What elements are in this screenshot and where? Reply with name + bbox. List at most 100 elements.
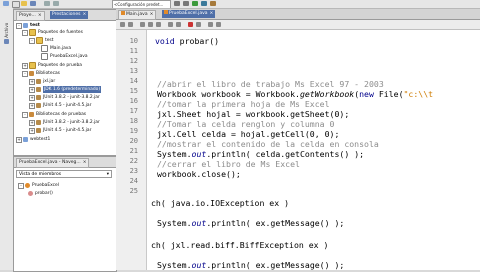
new-file-icon[interactable] (12, 1, 20, 8)
tree-item-test-junit-45[interactable]: + JUnit 4.5 - junit-4.5.jar (29, 127, 91, 134)
tree-item-junit-45[interactable]: + JUnit 4.5 - junit-4.5.jar (29, 102, 91, 109)
collapse-icon[interactable]: - (22, 70, 28, 77)
keyword-void: void (155, 36, 175, 46)
tree-item-main-java[interactable]: Main.java (41, 45, 71, 52)
expand-icon[interactable]: + (29, 127, 35, 134)
method-icon (28, 191, 33, 196)
tab-navigator-label: PruebaExcel.java - Naveg... (19, 160, 81, 165)
string-literal: "c:\\t (403, 89, 434, 99)
code-line-println-2[interactable]: System.out.println( ex.getMessage() ); (157, 260, 344, 270)
collapse-icon[interactable]: - (22, 29, 28, 36)
close-icon[interactable]: × (210, 11, 214, 16)
open-icon[interactable] (21, 1, 27, 6)
stop-macro-icon[interactable] (196, 22, 201, 27)
collapse-icon[interactable]: - (16, 22, 22, 29)
tree-item-test-libraries[interactable]: - Bibliotecas de pruebas (22, 111, 86, 118)
code-line-10[interactable]: void probar() (155, 36, 219, 46)
tab-projects[interactable]: Proye... × (16, 11, 45, 21)
undo-icon[interactable] (44, 1, 50, 6)
code-line-catch-biff[interactable]: ch( jxl.read.biff.BiffException ex ) (151, 240, 328, 250)
find-icon[interactable] (140, 22, 145, 27)
code-line-18[interactable]: jxl.Sheet hojal = workbook.getSheet(0); (157, 109, 349, 119)
code-editor[interactable]: void probar() //abrir el libro de trabaj… (147, 30, 480, 270)
tree-item-package-test[interactable]: - test (29, 37, 53, 44)
class-icon (25, 183, 30, 188)
expand-icon[interactable]: + (29, 86, 35, 93)
tree-item-class-pruebaexcel[interactable]: - PruebaExcel (18, 182, 59, 189)
collapse-icon[interactable]: - (22, 111, 28, 118)
collapse-icon[interactable]: - (18, 182, 24, 189)
tree-item-method-probar[interactable]: probar() (28, 190, 53, 197)
code-text: .println( ex.getMessage() ); (206, 260, 345, 270)
new-project-icon[interactable] (3, 1, 9, 6)
folder-icon (29, 29, 36, 36)
run-icon[interactable] (192, 1, 198, 6)
tree-item-junit-382[interactable]: + JUnit 3.8.2 - junit-3.8.2.jar (29, 94, 100, 101)
tab-main-java[interactable]: Main.java × (118, 10, 157, 20)
tree-item-jxl-jar[interactable]: + jxl.jar (29, 78, 55, 85)
tree-item-webtest1[interactable]: + webtest1 (16, 136, 50, 143)
members-view-select[interactable]: Vista de miembros ▾ (16, 170, 112, 178)
tab-services-label: Prestaciones (52, 12, 81, 17)
tab-pruebaexcel-java[interactable]: PruebaExcel.java × (162, 10, 216, 18)
configuration-select[interactable]: <Configuración predet... (112, 0, 171, 8)
tree-item-label: test (45, 38, 54, 43)
clean-build-icon[interactable] (183, 1, 189, 6)
expand-icon[interactable]: + (29, 119, 35, 126)
code-line-println-1[interactable]: System.out.println( ex.getMessage() ); (157, 218, 344, 228)
files-side-tab[interactable]: Archivo (2, 14, 11, 54)
toggle-bookmark-icon[interactable] (148, 22, 153, 27)
close-icon[interactable]: × (150, 12, 154, 17)
tree-item-label: JDK 1.6 (predeterminado) (43, 86, 102, 93)
code-line-21[interactable]: //mostrar el contenido de la celda en co… (157, 139, 379, 149)
profile-icon[interactable] (210, 1, 216, 6)
code-line-20[interactable]: jxl.Cell celda = hojal.getCell(0, 0); (157, 129, 339, 139)
save-icon[interactable] (30, 1, 36, 6)
next-bookmark-icon[interactable] (156, 22, 161, 27)
code-line-17[interactable]: //tomar la primera hoja de Ms Excel (157, 99, 330, 109)
forward-icon[interactable] (128, 22, 133, 27)
expand-icon[interactable]: + (29, 102, 35, 109)
tree-item-label: JUnit 4.5 - junit-4.5.jar (43, 103, 92, 108)
tree-item-test-project[interactable]: - test (16, 22, 40, 29)
expand-icon[interactable]: + (29, 94, 35, 101)
tab-services[interactable]: Prestaciones × (50, 11, 89, 19)
tree-item-test-junit-382[interactable]: + JUnit 3.8.2 - junit-3.8.2.jar (29, 119, 100, 126)
close-icon[interactable]: × (83, 160, 87, 165)
code-line-16[interactable]: Workbook workbook = Workbook.getWorkbook… (157, 89, 433, 99)
redo-icon[interactable] (53, 1, 59, 6)
expand-icon[interactable]: + (16, 136, 22, 143)
line-number: 15 (129, 87, 138, 95)
code-line-24[interactable]: workbook.close(); (157, 169, 241, 179)
debug-icon[interactable] (201, 1, 207, 6)
tree-item-jdk[interactable]: + JDK 1.6 (predeterminado) (29, 86, 102, 93)
shift-left-icon[interactable] (168, 22, 173, 27)
code-line-23[interactable]: //cerrar el libro de Ms Excel (157, 159, 300, 169)
code-line-22[interactable]: System.out.println( celda.getContents() … (157, 149, 364, 159)
tree-item-test-packages[interactable]: + Paquetes de prueba (22, 62, 82, 69)
tree-item-libraries[interactable]: - Bibliotecas (22, 70, 60, 77)
build-icon[interactable] (174, 1, 180, 6)
expand-icon[interactable]: + (29, 78, 35, 85)
code-line-15[interactable]: //abrir el libro de trabajo Ms Excel 97 … (157, 79, 384, 89)
tree-item-pruebaexcel-java[interactable]: PruebaExcel.java (41, 53, 88, 60)
jar-icon (36, 95, 41, 100)
comment-icon[interactable] (208, 22, 213, 27)
collapse-icon[interactable]: - (29, 37, 35, 44)
project-icon (23, 23, 28, 28)
shift-right-icon[interactable] (176, 22, 181, 27)
tree-item-source-packages[interactable]: - Paquetes de fuentes (22, 29, 83, 36)
code-line-catch-io[interactable]: ch( java.io.IOException ex ) (151, 198, 289, 208)
tab-navigator[interactable]: PruebaExcel.java - Naveg... × (16, 158, 90, 168)
close-icon[interactable]: × (38, 13, 42, 18)
close-icon[interactable]: × (82, 12, 86, 17)
tree-item-label: PruebaExcel.java (50, 54, 88, 59)
record-macro-icon[interactable] (188, 22, 193, 27)
expand-icon[interactable]: + (22, 62, 28, 69)
code-line-19[interactable]: //Tomar la celda renglon y columna 0 (157, 119, 334, 129)
line-number: 16 (129, 97, 138, 105)
uncomment-icon[interactable] (216, 22, 221, 27)
jar-icon (36, 79, 41, 84)
back-icon[interactable] (120, 22, 125, 27)
code-text: .println( celda.getContents() ); (206, 149, 365, 159)
